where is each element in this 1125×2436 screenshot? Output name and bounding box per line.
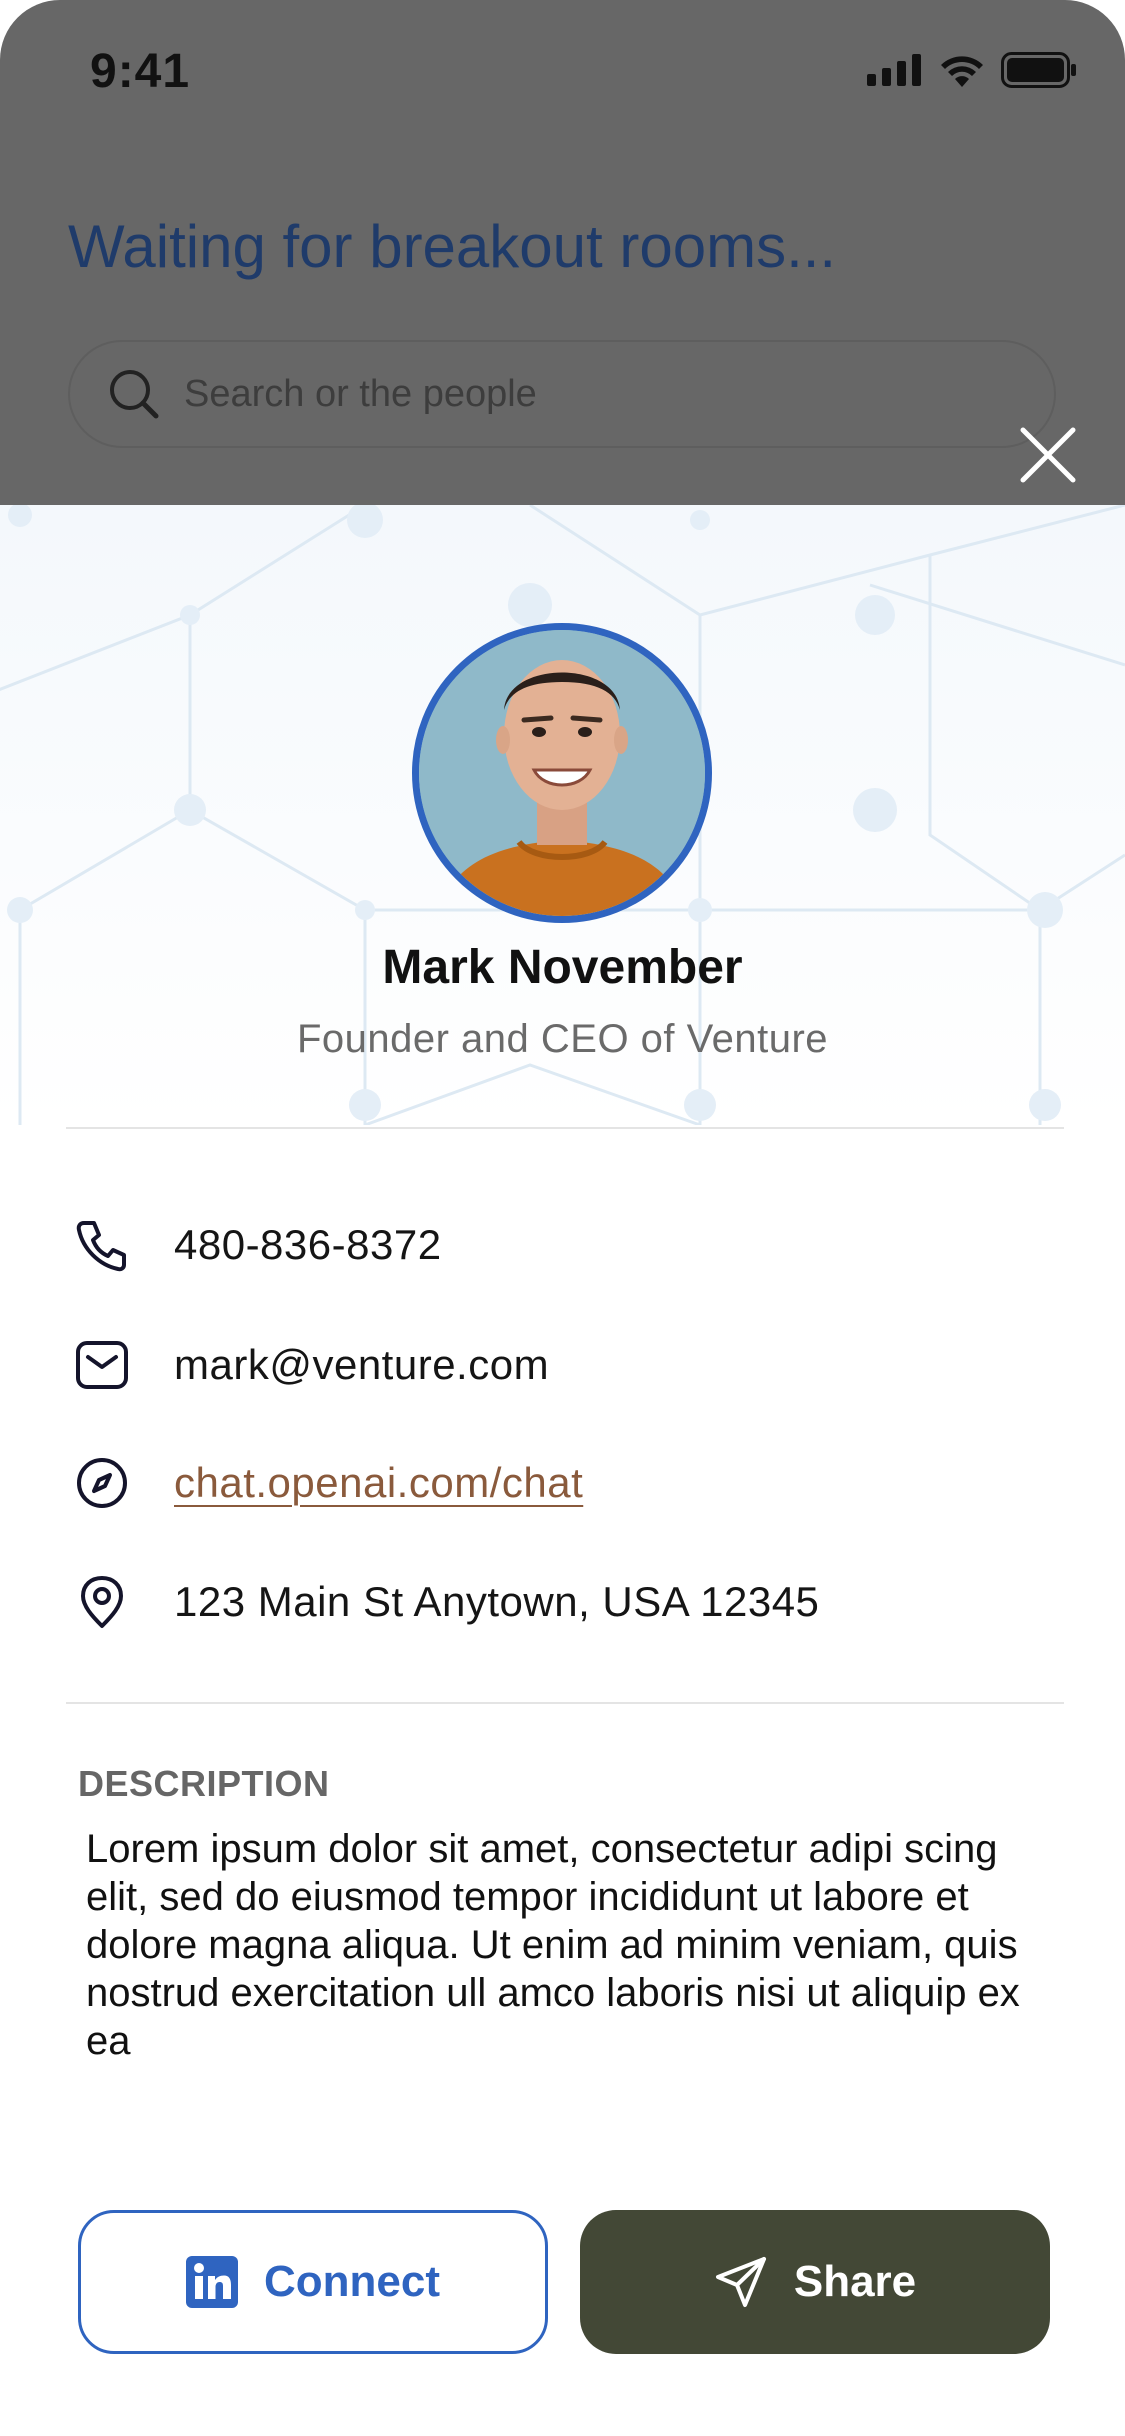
connect-label: Connect xyxy=(264,2257,440,2306)
contact-phone-row[interactable]: 480-836-8372 xyxy=(70,1205,442,1285)
contact-email-row[interactable]: mark@venture.com xyxy=(70,1325,549,1405)
description-label: DESCRIPTION xyxy=(78,1763,330,1804)
avatar xyxy=(412,623,712,923)
profile-photo xyxy=(419,630,705,916)
profile-role: Founder and CEO of Venture xyxy=(296,1017,829,1061)
linkedin-icon xyxy=(186,2256,238,2308)
close-icon[interactable] xyxy=(1013,420,1083,490)
description-text: Lorem ipsum dolor sit amet, consectetur … xyxy=(86,1827,1020,2063)
divider xyxy=(66,1127,1064,1129)
search-input[interactable] xyxy=(182,371,986,417)
status-time: 9:41 xyxy=(90,45,191,98)
address: 123 Main St Anytown, USA 12345 xyxy=(174,1578,820,1625)
status-bar: 9:41 xyxy=(0,0,1125,140)
share-label: Share xyxy=(793,2257,917,2306)
phone-number: 480-836-8372 xyxy=(174,1221,442,1268)
status-icons xyxy=(867,52,1077,88)
search-bar[interactable] xyxy=(68,340,1056,448)
phone-icon xyxy=(70,1213,134,1277)
connect-button[interactable]: Connect xyxy=(78,2210,548,2354)
profile-name: Mark November xyxy=(382,941,743,994)
contact-address-row[interactable]: 123 Main St Anytown, USA 12345 xyxy=(70,1562,819,1642)
screen: 9:41 Waiting for breakout rooms... Searc… xyxy=(0,0,1125,2436)
background-screen: 9:41 Waiting for breakout rooms... Searc… xyxy=(0,0,1125,505)
search-icon xyxy=(110,370,159,419)
wifi-icon xyxy=(941,56,983,87)
location-pin-icon xyxy=(70,1570,134,1634)
battery-icon xyxy=(1001,52,1076,88)
profile-sheet: Mark November Founder and CEO of Venture… xyxy=(0,505,1125,2436)
send-icon xyxy=(715,2257,766,2307)
contact-website-row[interactable]: chat.openai.com/chat xyxy=(70,1443,583,1523)
page-title: Waiting for breakout rooms... xyxy=(68,213,837,280)
divider xyxy=(66,1702,1064,1704)
mail-icon xyxy=(70,1333,134,1397)
email-address: mark@venture.com xyxy=(174,1341,550,1388)
website-link[interactable]: chat.openai.com/chat xyxy=(174,1459,583,1507)
cellular-signal-icon xyxy=(867,54,921,86)
share-button[interactable]: Share xyxy=(580,2210,1050,2354)
compass-icon xyxy=(70,1451,134,1515)
